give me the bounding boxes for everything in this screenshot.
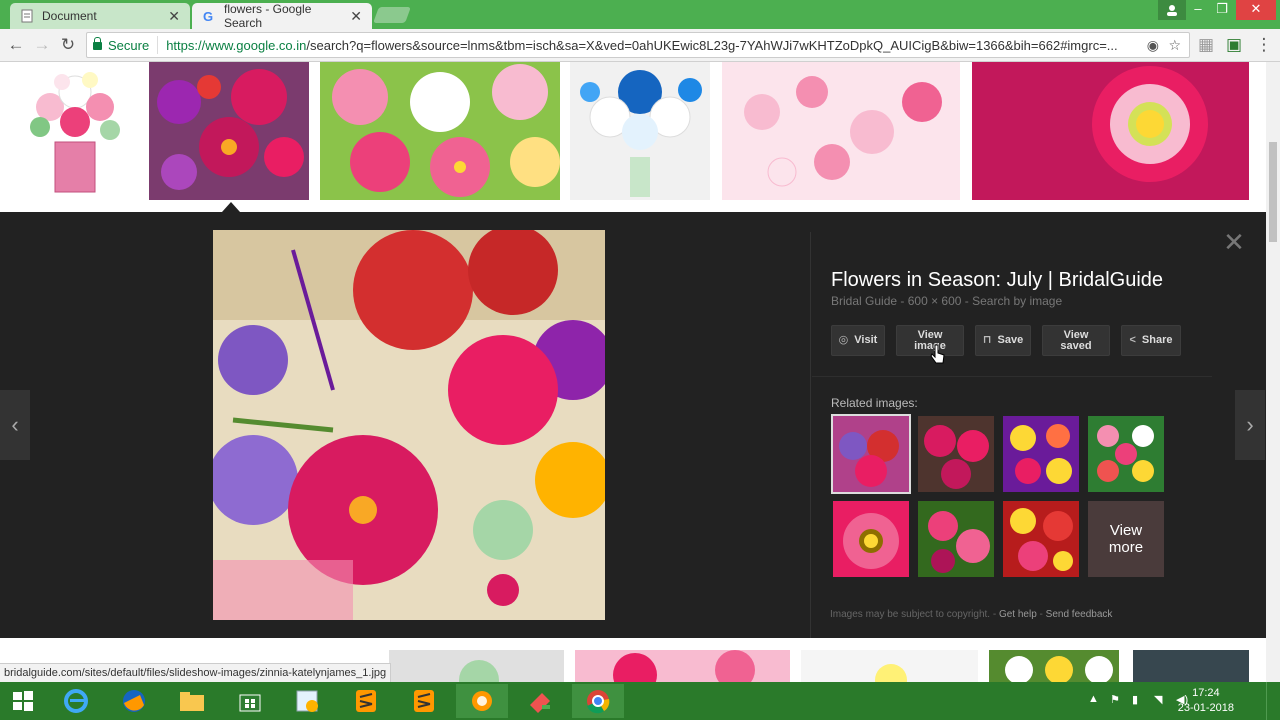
document-icon (20, 9, 34, 23)
status-bubble: bridalguide.com/sites/default/files/slid… (0, 663, 392, 682)
windows-taskbar: ▲ ⚑ ▮ ◥ ◀) 17:24 23-01-2018 (0, 682, 1280, 720)
sublime-text-icon[interactable] (340, 684, 392, 718)
image-dimensions: 600 × 600 (907, 294, 962, 308)
result-thumbnail[interactable] (801, 650, 978, 682)
close-tab-icon[interactable]: ✕ (168, 8, 180, 25)
get-help-link[interactable]: Get help (999, 609, 1037, 620)
share-icon: < (1129, 334, 1136, 346)
result-thumbnail[interactable] (722, 62, 960, 200)
settings-app-icon[interactable] (456, 684, 508, 718)
related-image[interactable] (1088, 416, 1164, 492)
menu-icon[interactable]: ⋮ (1254, 35, 1274, 55)
firefox-icon[interactable] (108, 684, 160, 718)
mouse-cursor-icon (930, 343, 946, 368)
previous-arrow-icon[interactable]: ‹ (0, 390, 30, 460)
location-icon[interactable]: ◉ (1147, 37, 1159, 54)
result-thumbnail[interactable] (570, 62, 710, 200)
close-tab-icon[interactable]: ✕ (350, 8, 362, 25)
url-host: https://www.google.co.in (166, 37, 307, 53)
reload-icon[interactable]: ↻ (58, 35, 78, 55)
store-icon[interactable] (224, 684, 276, 718)
view-saved-button[interactable]: View saved (1042, 325, 1110, 356)
window-close-icon[interactable]: ✕ (1236, 0, 1276, 20)
search-results-page: ‹ › ✕ Flowers in Season: July | BridalGu… (0, 62, 1266, 682)
url-text[interactable]: https://www.google.co.in/search?q=flower… (158, 38, 1117, 53)
related-image[interactable] (831, 414, 911, 494)
svg-text:G: G (203, 9, 213, 23)
rubber-eraser-app-icon[interactable] (514, 684, 566, 718)
forward-icon[interactable]: → (32, 35, 52, 55)
flag-icon[interactable]: ⚑ (1110, 693, 1120, 706)
related-images-label: Related images: (831, 396, 918, 410)
clock-date: 23-01-2018 (1177, 702, 1234, 714)
result-thumbnail[interactable] (320, 62, 560, 200)
clock-time: 17:24 (1192, 687, 1220, 699)
system-clock[interactable]: 17:24 23-01-2018 (1178, 686, 1234, 716)
browser-toolbar: ← → ↻ Secure https://www.google.co.in/se… (0, 29, 1280, 62)
back-icon[interactable]: ← (6, 35, 26, 55)
view-more-button[interactable]: View more (1088, 501, 1164, 577)
page-scrollbar[interactable] (1266, 62, 1280, 682)
copyright-note: Images may be subject to copyright. (830, 609, 991, 620)
preview-footer: Images may be subject to copyright. - Ge… (830, 609, 1113, 620)
extension-icon[interactable]: ▦ (1196, 35, 1216, 55)
related-image[interactable] (918, 501, 994, 577)
tray-chevron-icon[interactable]: ▲ (1088, 693, 1099, 705)
related-image[interactable] (918, 416, 994, 492)
close-icon[interactable]: ✕ (1222, 229, 1246, 255)
tab-title: flowers - Google Search (224, 2, 312, 30)
result-thumbnail[interactable] (972, 62, 1249, 200)
preview-meta: Bridal Guide - 600 × 600 - Search by ima… (831, 294, 1063, 308)
internet-explorer-icon[interactable] (50, 684, 102, 718)
preview-image[interactable] (208, 225, 613, 620)
selected-caret (222, 202, 240, 212)
result-thumbnail[interactable] (575, 650, 790, 682)
google-icon: G (202, 9, 216, 24)
start-button[interactable] (0, 684, 46, 718)
send-feedback-link[interactable]: Send feedback (1046, 609, 1113, 620)
bookmark-icon: ⊓ (982, 334, 992, 346)
save-button[interactable]: ⊓ Save (975, 325, 1031, 356)
lock-icon (93, 37, 102, 50)
scrollbar-thumb[interactable] (1269, 142, 1277, 242)
result-thumbnail[interactable] (1133, 650, 1249, 682)
user-icon[interactable] (1158, 0, 1186, 20)
tab-google-search[interactable]: G flowers - Google Search ✕ (192, 2, 372, 30)
related-image[interactable] (1003, 416, 1079, 492)
sheets-extension-icon[interactable]: ▣ (1224, 35, 1244, 55)
source-name[interactable]: Bridal Guide (831, 294, 897, 308)
secure-indicator[interactable]: Secure (87, 36, 159, 54)
result-thumbnail[interactable] (10, 62, 140, 200)
section-separator (812, 376, 1212, 377)
sublime-text-icon-2[interactable] (398, 684, 450, 718)
file-explorer-icon[interactable] (166, 684, 218, 718)
tab-document[interactable]: Document ✕ (10, 3, 190, 29)
share-button[interactable]: < Share (1121, 325, 1181, 356)
result-thumbnail[interactable] (989, 650, 1119, 682)
result-thumbnail-selected[interactable] (149, 62, 309, 200)
chrome-icon[interactable] (572, 684, 624, 718)
show-desktop-button[interactable] (1266, 682, 1280, 720)
tab-title: Document (42, 9, 97, 23)
secure-label: Secure (108, 37, 150, 53)
wifi-icon[interactable]: ◥ (1154, 693, 1162, 706)
tab-strip: Document ✕ G flowers - Google Search ✕ –… (0, 0, 1280, 30)
related-image[interactable] (833, 501, 909, 577)
url-path: /search?q=flowers&source=lnms&tbm=isch&s… (306, 37, 1118, 53)
visit-button[interactable]: ◎ Visit (831, 325, 885, 356)
next-arrow-icon[interactable]: › (1235, 390, 1265, 460)
bookmark-star-icon[interactable]: ☆ (1168, 37, 1181, 54)
result-thumbnail[interactable] (389, 650, 564, 682)
preview-title[interactable]: Flowers in Season: July | BridalGuide (831, 269, 1163, 292)
address-bar[interactable]: Secure https://www.google.co.in/search?q… (86, 32, 1190, 58)
panel-divider (810, 232, 811, 638)
new-tab-button[interactable] (373, 7, 411, 23)
search-by-image-link[interactable]: Search by image (972, 294, 1062, 308)
battery-icon[interactable]: ▮ (1132, 693, 1138, 706)
related-image[interactable] (1003, 501, 1079, 577)
globe-icon: ◎ (838, 334, 849, 346)
restore-icon[interactable]: ❐ (1208, 0, 1236, 20)
paint-icon[interactable] (282, 684, 334, 718)
